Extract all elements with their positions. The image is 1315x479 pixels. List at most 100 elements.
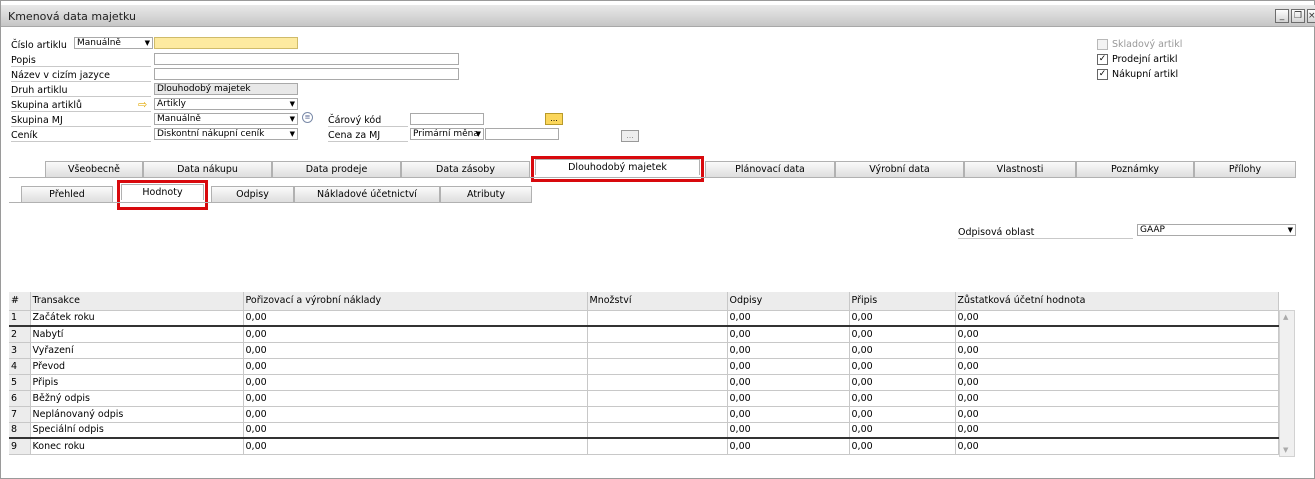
table-cell[interactable]: 0,00 bbox=[849, 358, 956, 375]
table-cell[interactable] bbox=[587, 358, 728, 375]
inventory-item-checkbox[interactable] bbox=[1097, 39, 1108, 50]
tab-inventory[interactable]: Data zásoby bbox=[401, 161, 530, 177]
minimize-icon[interactable]: _ bbox=[1275, 9, 1289, 23]
tab-properties[interactable]: Vlastnosti bbox=[964, 161, 1076, 177]
table-cell[interactable]: 0,00 bbox=[849, 325, 956, 343]
table-cell[interactable]: Převod bbox=[30, 358, 244, 375]
table-cell[interactable] bbox=[587, 310, 728, 327]
item-no-mode-select[interactable]: Manuálně bbox=[74, 37, 153, 49]
table-cell[interactable]: 0,00 bbox=[243, 358, 588, 375]
scroll-down-icon[interactable]: ▼ bbox=[1283, 446, 1288, 454]
depreciation-area-select[interactable]: GAAP bbox=[1137, 224, 1296, 236]
table-cell[interactable]: 0,00 bbox=[727, 437, 850, 455]
table-cell[interactable]: 0,00 bbox=[727, 325, 850, 343]
table-cell[interactable]: 0,00 bbox=[243, 374, 588, 391]
item-no-input[interactable] bbox=[154, 37, 298, 49]
table-cell[interactable]: 0,00 bbox=[243, 390, 588, 407]
table-cell[interactable]: 0,00 bbox=[849, 374, 956, 391]
table-cell[interactable]: Neplánovaný odpis bbox=[30, 406, 244, 423]
table-cell[interactable]: 0,00 bbox=[727, 374, 850, 391]
subtab-cost-accounting[interactable]: Nákladové účetnictví bbox=[294, 186, 440, 202]
scroll-up-icon[interactable]: ▲ bbox=[1283, 313, 1288, 321]
table-cell[interactable]: 0,00 bbox=[727, 358, 850, 375]
table-cell[interactable]: 0,00 bbox=[955, 374, 1279, 391]
item-group-select[interactable]: Artikly bbox=[154, 98, 298, 110]
table-cell[interactable]: 0,00 bbox=[955, 406, 1279, 423]
tab-general[interactable]: Všeobecně bbox=[45, 161, 143, 177]
table-cell[interactable]: Začátek roku bbox=[30, 310, 244, 327]
link-arrow-icon[interactable]: ⇨ bbox=[138, 98, 147, 111]
tab-attachments[interactable]: Přílohy bbox=[1194, 161, 1296, 177]
table-cell[interactable]: 0,00 bbox=[849, 342, 956, 359]
table-cell[interactable]: 0,00 bbox=[955, 310, 1279, 327]
table-row[interactable]: 1 Začátek roku 0,00 0,00 0,00 0,00 bbox=[9, 310, 1279, 327]
table-cell[interactable]: 0,00 bbox=[955, 325, 1279, 343]
table-cell[interactable] bbox=[587, 422, 728, 439]
maximize-icon[interactable]: ❐ bbox=[1291, 9, 1305, 23]
tab-purchasing[interactable]: Data nákupu bbox=[143, 161, 272, 177]
table-cell[interactable]: 0,00 bbox=[243, 406, 588, 423]
table-row[interactable]: 5 Připis 0,00 0,00 0,00 0,00 bbox=[9, 374, 1279, 391]
sales-item-checkbox[interactable]: ✓ bbox=[1097, 54, 1108, 65]
tab-sales[interactable]: Data prodeje bbox=[272, 161, 401, 177]
foreign-name-input[interactable] bbox=[154, 68, 459, 80]
table-cell[interactable] bbox=[587, 325, 728, 343]
barcode-more-button[interactable]: ... bbox=[545, 113, 563, 125]
table-scrollbar[interactable]: ▲ ▼ bbox=[1279, 310, 1295, 457]
table-cell[interactable]: 0,00 bbox=[243, 437, 588, 455]
table-row[interactable]: 6 Běžný odpis 0,00 0,00 0,00 0,00 bbox=[9, 390, 1279, 407]
table-cell[interactable]: 0,00 bbox=[955, 342, 1279, 359]
close-icon[interactable]: × bbox=[1307, 9, 1315, 23]
price-more-button[interactable]: ... bbox=[621, 130, 639, 142]
table-cell[interactable]: 0,00 bbox=[849, 437, 956, 455]
table-cell[interactable]: 0,00 bbox=[243, 342, 588, 359]
table-cell[interactable]: 0,00 bbox=[955, 422, 1279, 439]
tab-planning[interactable]: Plánovací data bbox=[705, 161, 835, 177]
table-row[interactable]: 8 Speciální odpis 0,00 0,00 0,00 0,00 bbox=[9, 422, 1279, 439]
table-cell[interactable]: 0,00 bbox=[727, 342, 850, 359]
table-cell[interactable]: 0,00 bbox=[849, 422, 956, 439]
table-cell[interactable]: Konec roku bbox=[30, 437, 244, 455]
table-row[interactable]: 2 Nabytí 0,00 0,00 0,00 0,00 bbox=[9, 325, 1279, 343]
table-row[interactable]: 9 Konec roku 0,00 0,00 0,00 0,00 bbox=[9, 437, 1279, 455]
price-list-select[interactable]: Diskontní nákupní ceník bbox=[154, 128, 298, 140]
subtab-overview[interactable]: Přehled bbox=[21, 186, 113, 202]
table-cell[interactable]: 0,00 bbox=[955, 358, 1279, 375]
table-cell[interactable]: 0,00 bbox=[727, 406, 850, 423]
table-row[interactable]: 3 Vyřazení 0,00 0,00 0,00 0,00 bbox=[9, 342, 1279, 359]
unit-price-input[interactable] bbox=[485, 128, 559, 140]
table-row[interactable]: 4 Převod 0,00 0,00 0,00 0,00 bbox=[9, 358, 1279, 375]
uom-group-select[interactable]: Manuálně bbox=[154, 113, 298, 125]
tab-production[interactable]: Výrobní data bbox=[835, 161, 964, 177]
table-cell[interactable] bbox=[587, 342, 728, 359]
table-cell[interactable]: 0,00 bbox=[727, 310, 850, 327]
table-cell[interactable]: 0,00 bbox=[727, 390, 850, 407]
table-cell[interactable] bbox=[587, 390, 728, 407]
table-cell[interactable]: Speciální odpis bbox=[30, 422, 244, 439]
table-cell[interactable] bbox=[587, 406, 728, 423]
table-cell[interactable]: Vyřazení bbox=[30, 342, 244, 359]
tab-remarks[interactable]: Poznámky bbox=[1076, 161, 1194, 177]
table-cell[interactable]: Nabytí bbox=[30, 325, 244, 343]
subtab-attributes[interactable]: Atributy bbox=[440, 186, 532, 202]
table-cell[interactable]: Běžný odpis bbox=[30, 390, 244, 407]
description-input[interactable] bbox=[154, 53, 459, 65]
table-cell[interactable]: 0,00 bbox=[243, 422, 588, 439]
table-cell[interactable]: 0,00 bbox=[849, 310, 956, 327]
table-cell[interactable]: 0,00 bbox=[727, 422, 850, 439]
purchase-item-checkbox[interactable]: ✓ bbox=[1097, 69, 1108, 80]
currency-select[interactable]: Primární měna bbox=[410, 128, 484, 140]
table-cell[interactable]: 0,00 bbox=[243, 310, 588, 327]
uom-info-icon[interactable]: ≡ bbox=[302, 112, 313, 123]
table-cell[interactable]: 0,00 bbox=[955, 437, 1279, 455]
table-cell[interactable]: 0,00 bbox=[849, 390, 956, 407]
table-cell[interactable]: 0,00 bbox=[849, 406, 956, 423]
subtab-depreciation[interactable]: Odpisy bbox=[211, 186, 294, 202]
table-cell[interactable]: 0,00 bbox=[955, 390, 1279, 407]
table-cell[interactable] bbox=[587, 437, 728, 455]
table-cell[interactable]: 0,00 bbox=[243, 325, 588, 343]
table-row[interactable]: 7 Neplánovaný odpis 0,00 0,00 0,00 0,00 bbox=[9, 406, 1279, 423]
table-cell[interactable] bbox=[587, 374, 728, 391]
table-cell[interactable]: Připis bbox=[30, 374, 244, 391]
barcode-input[interactable] bbox=[410, 113, 484, 125]
